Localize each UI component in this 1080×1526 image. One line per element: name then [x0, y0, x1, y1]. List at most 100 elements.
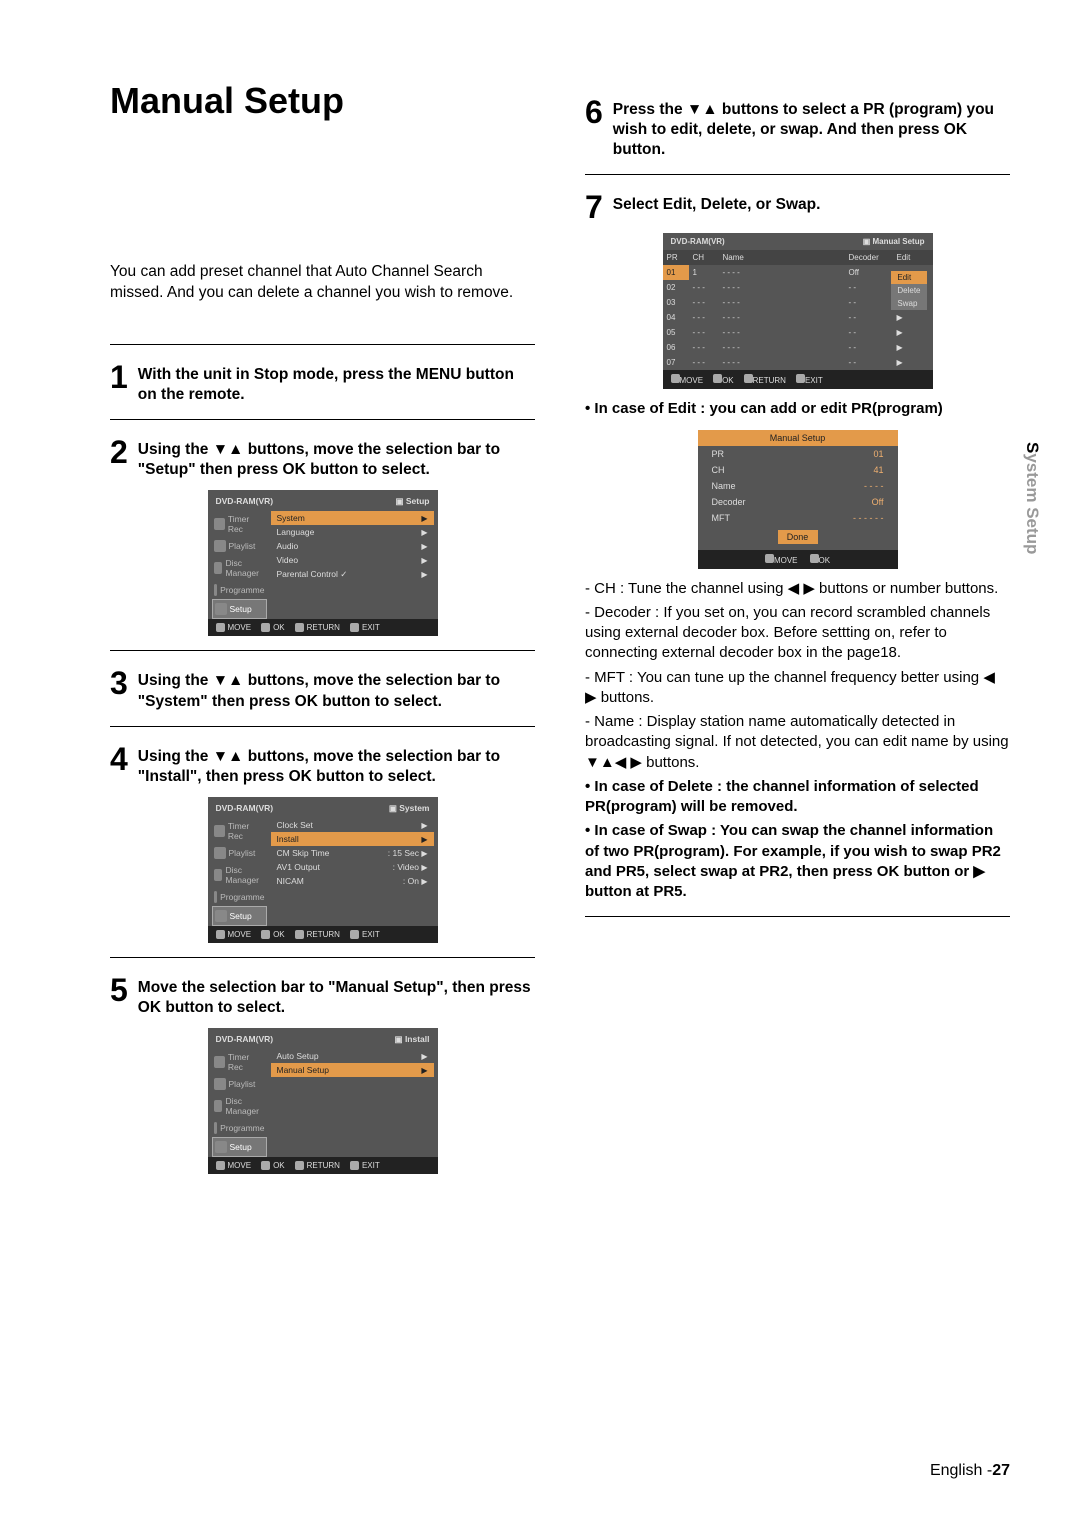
osd-edit-screen: Manual Setup PR01CH41Name- - - -DecoderO…: [698, 430, 898, 569]
sidebar-item: Playlist: [212, 537, 267, 555]
sidebar-item: Setup: [212, 1137, 267, 1157]
step-1: 1 With the unit in Stop mode, press the …: [110, 361, 535, 405]
step-number: 1: [110, 361, 128, 405]
crumb: ▣ System: [389, 803, 430, 814]
menu-row: Audio▶: [271, 539, 434, 553]
sidebar-item: Playlist: [212, 1075, 267, 1093]
osd-setup-screen: DVD-RAM(VR) ▣ Setup Timer RecPlaylistDis…: [208, 490, 438, 636]
move-icon: [216, 623, 225, 632]
menu-row: Clock Set ▶: [271, 818, 434, 832]
note-ch: - CH : Tune the channel using ◀ ▶ button…: [585, 579, 1010, 599]
osd-system-screen: DVD-RAM(VR) ▣ System Timer RecPlaylistDi…: [208, 797, 438, 943]
step-number: 3: [110, 667, 128, 711]
move-icon: [216, 1161, 225, 1170]
return-icon: [295, 930, 304, 939]
note-mft: - MFT : You can tune up the channel freq…: [585, 668, 1010, 709]
step-3: 3 Using the ▼▲ buttons, move the selecti…: [110, 667, 535, 711]
menu-row: Auto Setup▶: [271, 1049, 434, 1063]
return-icon: [295, 623, 304, 632]
menu-row: System▶: [271, 511, 434, 525]
disc-label: DVD-RAM(VR): [216, 496, 274, 507]
right-column: 6 Press the ▼▲ buttons to select a PR (p…: [585, 80, 1010, 1184]
menu-row: Parental Control ✓▶: [271, 567, 434, 582]
move-icon: [765, 554, 774, 563]
edit-row: MFT- - - - - -: [698, 510, 898, 526]
ok-icon: [713, 374, 722, 383]
exit-icon: [350, 1161, 359, 1170]
table-header: PR CH Name Decoder Edit: [663, 250, 933, 265]
step-number: 5: [110, 974, 128, 1018]
menu-row: NICAM: On ▶: [271, 874, 434, 888]
ok-icon: [810, 554, 819, 563]
step-text: With the unit in Stop mode, press the ME…: [138, 361, 535, 405]
crumb: ▣ Install: [395, 1034, 430, 1045]
note-delete: • In case of Delete : the channel inform…: [585, 777, 1010, 818]
exit-icon: [350, 930, 359, 939]
crumb: ▣ Manual Setup: [863, 237, 925, 246]
step-text: Using the ▼▲ buttons, move the selection…: [138, 667, 535, 711]
disc-label: DVD-RAM(VR): [216, 803, 274, 814]
step-5: 5 Move the selection bar to "Manual Setu…: [110, 974, 535, 1018]
exit-icon: [350, 623, 359, 632]
crumb: ▣ Setup: [395, 496, 429, 507]
step-number: 7: [585, 191, 603, 223]
step-text: Move the selection bar to "Manual Setup"…: [138, 974, 535, 1018]
left-column: Manual Setup You can add preset channel …: [110, 80, 535, 1184]
step-4: 4 Using the ▼▲ buttons, move the selecti…: [110, 743, 535, 787]
sidebar-item: Disc Manager: [212, 1093, 267, 1119]
menu-row: Manual Setup▶: [271, 1063, 434, 1077]
ok-icon: [261, 930, 270, 939]
note-edit-header: • In case of Edit : you can add or edit …: [585, 399, 1010, 419]
note-name: - Name : Display station name automatica…: [585, 712, 1010, 773]
sidebar-item: Programme: [212, 581, 267, 599]
disc-label: DVD-RAM(VR): [671, 237, 725, 246]
disc-label: DVD-RAM(VR): [216, 1034, 274, 1045]
step-text: Using the ▼▲ buttons, move the selection…: [138, 436, 535, 480]
intro-text: You can add preset channel that Auto Cha…: [110, 262, 535, 304]
page-title: Manual Setup: [110, 80, 535, 122]
menu-row: Video▶: [271, 553, 434, 567]
edit-title: Manual Setup: [698, 430, 898, 446]
table-row: 05- - -- - - -- -▶: [663, 325, 933, 340]
osd-manual-table: DVD-RAM(VR) ▣ Manual Setup PR CH Name De…: [663, 233, 933, 389]
sidebar-item: Timer Rec: [212, 511, 267, 537]
sidebar-item: Programme: [212, 1119, 267, 1137]
sidebar-item: Disc Manager: [212, 555, 267, 581]
sidebar-item: Timer Rec: [212, 1049, 267, 1075]
sidebar-item: Disc Manager: [212, 862, 267, 888]
page-footer: English -27: [930, 1462, 1010, 1480]
ok-icon: [261, 623, 270, 632]
table-row: 04- - -- - - -- -▶: [663, 310, 933, 325]
sidebar-item: Setup: [212, 599, 267, 619]
return-icon: [744, 374, 753, 383]
exit-icon: [796, 374, 805, 383]
edit-option: Edit: [891, 271, 926, 284]
table-row: 07- - -- - - -- -▶: [663, 355, 933, 370]
osd-install-screen: DVD-RAM(VR) ▣ Install Timer RecPlaylistD…: [208, 1028, 438, 1174]
step-number: 2: [110, 436, 128, 480]
step-7: 7 Select Edit, Delete, or Swap.: [585, 191, 1010, 223]
swap-option: Swap: [891, 297, 926, 310]
sidebar-item: Playlist: [212, 844, 267, 862]
menu-row: AV1 Output: Video ▶: [271, 860, 434, 874]
note-swap: • In case of Swap : You can swap the cha…: [585, 821, 1010, 902]
table-row: 06- - -- - - -- -▶: [663, 340, 933, 355]
done-button: Done: [778, 530, 818, 544]
step-text: Select Edit, Delete, or Swap.: [613, 191, 821, 223]
step-6: 6 Press the ▼▲ buttons to select a PR (p…: [585, 96, 1010, 160]
menu-row: Install ▶: [271, 832, 434, 846]
menu-row: Language▶: [271, 525, 434, 539]
step-2: 2 Using the ▼▲ buttons, move the selecti…: [110, 436, 535, 480]
note-decoder: - Decoder : If you set on, you can recor…: [585, 603, 1010, 664]
menu-row: CM Skip Time: 15 Sec ▶: [271, 846, 434, 860]
notes-block: - CH : Tune the channel using ◀ ▶ button…: [585, 579, 1010, 903]
ok-icon: [261, 1161, 270, 1170]
move-icon: [671, 374, 680, 383]
return-icon: [295, 1161, 304, 1170]
step-text: Press the ▼▲ buttons to select a PR (pro…: [613, 96, 1010, 160]
edit-row: DecoderOff: [698, 494, 898, 510]
sidebar-item: Timer Rec: [212, 818, 267, 844]
sidebar-item: Setup: [212, 906, 267, 926]
side-tab: System Setup: [1022, 442, 1042, 554]
edit-row: CH41: [698, 462, 898, 478]
